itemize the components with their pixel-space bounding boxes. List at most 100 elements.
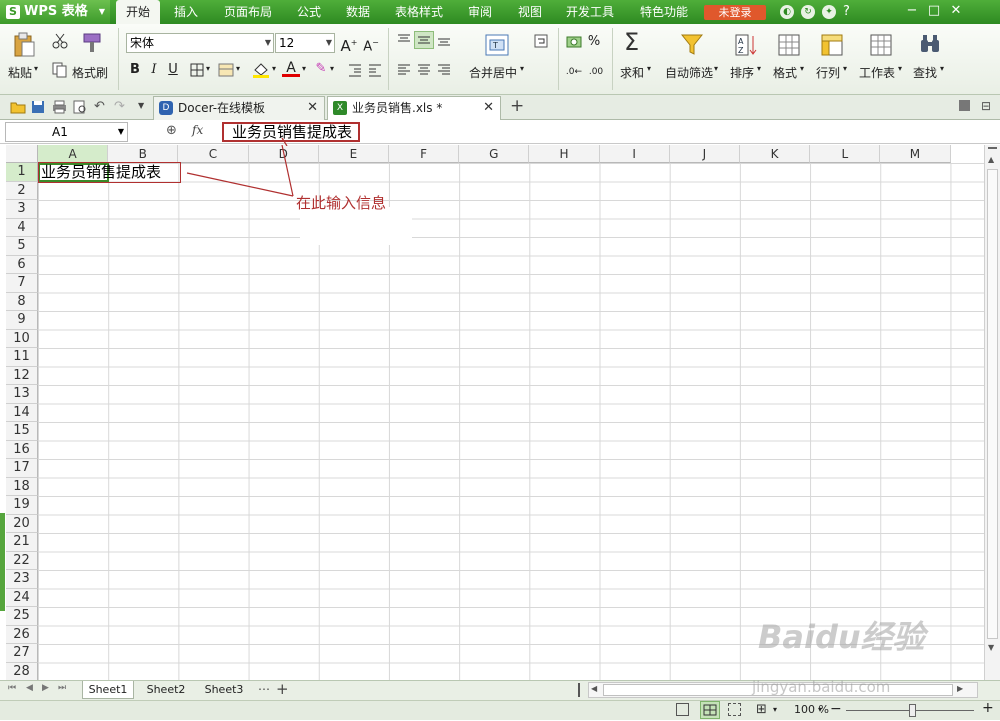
merge-center-icon[interactable]: T [485,34,509,56]
clear-format-icon[interactable]: ✎ [312,60,330,78]
align-center-icon[interactable] [417,64,431,76]
help-button[interactable]: ? [843,4,850,19]
close-icon[interactable]: ✕ [483,97,494,119]
wrap-text-icon[interactable] [534,34,548,48]
zoom-level[interactable]: 100 % [794,703,829,716]
tab-review[interactable]: 审阅 [462,0,498,24]
page-break-view-button[interactable] [700,701,720,719]
tab-developer[interactable]: 开发工具 [560,0,620,24]
scroll-up-icon[interactable]: ▲ [988,155,994,164]
chevron-down-icon[interactable]: ▾ [330,64,334,73]
close-icon[interactable]: ✕ [307,97,318,119]
print-icon[interactable] [52,100,67,114]
tab-page-layout[interactable]: 页面布局 [218,0,278,24]
autofilter-icon[interactable] [681,34,703,56]
decrease-font-icon[interactable]: A− [362,34,380,54]
name-box[interactable]: A1 ▼ [5,122,128,142]
align-left-icon[interactable] [397,64,411,76]
row-header-26[interactable]: 26 [6,625,38,644]
formula-input[interactable]: 业务员销售提成表 [222,122,360,142]
row-header-17[interactable]: 17 [6,459,38,478]
paste-icon[interactable] [12,32,36,58]
row-header-16[interactable]: 16 [6,440,38,459]
skin-icon[interactable]: ◐ [780,5,794,19]
chevron-down-icon[interactable]: ▾ [940,64,944,73]
zoom-out-icon[interactable]: − [830,701,842,717]
vertical-scrollbar[interactable]: ▲ ▼ [984,145,1000,680]
close-icon[interactable]: ✕ [948,3,964,18]
zoom-slider-thumb[interactable] [909,704,916,717]
open-folder-icon[interactable] [10,100,26,114]
row-header-21[interactable]: 21 [6,533,38,552]
row-header-14[interactable]: 14 [6,403,38,422]
chevron-down-icon[interactable]: ▾ [272,64,276,73]
row-header-22[interactable]: 22 [6,551,38,570]
fill-color-icon[interactable] [252,62,270,78]
minimize-icon[interactable]: − [904,3,920,18]
font-name-select[interactable]: 宋体 ▼ [126,33,274,53]
cell-style-icon[interactable] [218,63,234,77]
find-label[interactable]: 查找 [913,64,937,81]
scroll-down-icon[interactable]: ▼ [988,643,994,652]
split-handle[interactable] [578,683,580,697]
worksheet-label[interactable]: 工作表 [859,64,895,81]
row-header-13[interactable]: 13 [6,385,38,404]
increase-decimal-icon[interactable]: .0← [564,63,584,81]
next-sheet-icon[interactable]: ▶ [42,683,49,693]
row-header-23[interactable]: 23 [6,570,38,589]
italic-button[interactable]: I [145,61,163,79]
autofilter-label[interactable]: 自动筛选 [665,64,713,81]
sort-label[interactable]: 排序 [730,64,754,81]
sheet-tab-1[interactable]: Sheet1 [82,681,134,699]
row-header-18[interactable]: 18 [6,477,38,496]
new-tab-icon[interactable]: + [510,96,524,116]
percent-icon[interactable]: % [585,33,603,51]
tab-special[interactable]: 特色功能 [634,0,694,24]
sheet-tab-2[interactable]: Sheet2 [140,681,192,699]
row-header-11[interactable]: 11 [6,348,38,367]
font-color-icon[interactable]: A [282,59,300,77]
fit-view-icon[interactable]: ⊞ [756,702,767,717]
redo-icon[interactable]: ↷ [114,99,125,114]
align-right-icon[interactable] [437,64,451,76]
underline-button[interactable]: U [164,61,182,79]
maximize-icon[interactable]: □ [926,3,942,18]
chevron-down-icon[interactable]: ▾ [843,64,847,73]
doc-tab-docer[interactable]: D Docer-在线模板 ✕ [153,96,325,120]
font-size-select[interactable]: 12 ▼ [275,33,335,53]
copy-icon[interactable] [52,62,68,78]
decrease-decimal-icon[interactable]: .00 [586,63,606,81]
chevron-down-icon[interactable]: ▾ [236,64,240,73]
cut-icon[interactable] [52,33,68,49]
tab-home[interactable]: 开始 [116,0,160,24]
sort-icon[interactable]: AZ [734,33,758,57]
tab-formulas[interactable]: 公式 [290,0,328,24]
row-header-20[interactable]: 20 [6,514,38,533]
zoom-in-icon[interactable]: + [982,700,994,716]
row-header-25[interactable]: 25 [6,607,38,626]
add-sheet-icon[interactable]: + [276,680,289,698]
spreadsheet-grid[interactable]: ABCDEFGHIJKLM 1 2 3 4 5 6 7 8 9 10 11 12 13 14 15 16 17 1… [0,145,984,680]
binoculars-icon[interactable] [919,34,941,54]
format-painter-icon[interactable] [80,32,104,54]
row-header-12[interactable]: 12 [6,366,38,385]
increase-font-icon[interactable]: A+ [340,34,358,55]
tab-view[interactable]: 视图 [512,0,548,24]
chevron-down-icon[interactable]: ▾ [206,64,210,73]
align-bottom-icon[interactable] [437,35,451,47]
row-header-19[interactable]: 19 [6,496,38,515]
scroll-top-icon[interactable] [988,147,997,149]
more-sheets-icon[interactable]: ⋯ [258,682,270,696]
chevron-down-icon[interactable]: ▾ [757,64,761,73]
tab-insert[interactable]: 插入 [168,0,204,24]
sum-label[interactable]: 求和 [620,64,644,81]
fx-icon[interactable]: fx [192,123,203,137]
sheet-tab-3[interactable]: Sheet3 [198,681,250,699]
share-icon[interactable]: ✦ [822,5,836,19]
doc-tab-sales[interactable]: X 业务员销售.xls * ✕ [327,96,501,120]
refresh-icon[interactable]: ↻ [801,5,815,19]
row-header-27[interactable]: 27 [6,644,38,663]
last-sheet-icon[interactable]: ⏭ [58,683,66,693]
format-icon[interactable] [778,34,800,56]
chevron-down-icon[interactable]: ▾ [898,64,902,73]
